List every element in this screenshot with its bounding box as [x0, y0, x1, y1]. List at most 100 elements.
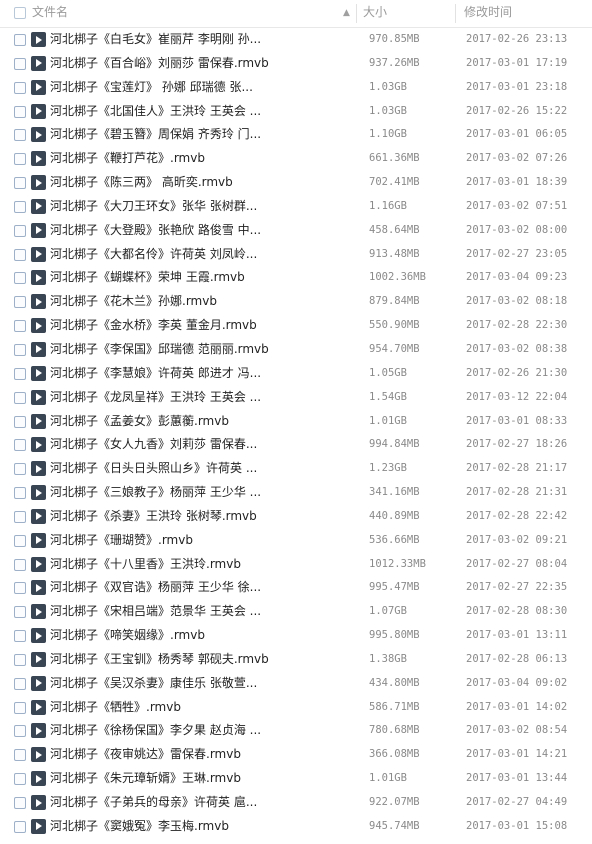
file-row[interactable]: 河北梆子《百合峪》刘丽莎 雷保春.rmvb 937.26MB 2017-03-01 … [0, 52, 592, 76]
file-checkbox[interactable] [14, 153, 26, 166]
column-header-filename[interactable]: 文件名 [32, 0, 354, 27]
file-name[interactable]: 河北梆子《珊瑚赞》.rmvb [50, 529, 350, 552]
file-name[interactable]: 河北梆子《宋相吕端》范景华 王英会 ... [50, 600, 350, 623]
file-checkbox[interactable] [14, 105, 26, 118]
file-row[interactable]: 河北梆子《宋相吕端》范景华 王英会 ... 1.07GB 2017-02-28 08… [0, 600, 592, 624]
file-checkbox[interactable] [14, 272, 26, 285]
file-checkbox[interactable] [14, 320, 26, 333]
file-checkbox[interactable] [14, 558, 26, 571]
file-name[interactable]: 河北梆子《女人九香》刘莉莎 雷保春... [50, 433, 350, 456]
file-name[interactable]: 河北梆子《花木兰》孙娜.rmvb [50, 290, 350, 313]
file-checkbox[interactable] [14, 653, 26, 666]
file-row[interactable]: 河北梆子《珊瑚赞》.rmvb 536.66MB 2017-03-02 09:21 [0, 529, 592, 553]
file-name[interactable]: 河北梆子《王宝钏》杨秀琴 郭砚夫.rmvb [50, 648, 350, 671]
file-checkbox[interactable] [14, 749, 26, 762]
file-row[interactable]: 河北梆子《大都名伶》许荷英 刘凤岭... 913.48MB 2017-02-27 2… [0, 243, 592, 267]
file-row[interactable]: 河北梆子《白毛女》崔丽芹 李明刚 孙... 970.85MB 2017-02-26 … [0, 28, 592, 52]
file-row[interactable]: 河北梆子《王宝钏》杨秀琴 郭砚夫.rmvb 1.38GB 2017-02-28 06… [0, 648, 592, 672]
file-name[interactable]: 河北梆子《李保国》邱瑞德 范丽丽.rmvb [50, 338, 350, 361]
file-checkbox[interactable] [14, 367, 26, 380]
file-row[interactable]: 河北梆子《日头日头照山乡》许荷英 ... 1.23GB 2017-02-28 21:… [0, 457, 592, 481]
file-checkbox[interactable] [14, 57, 26, 70]
file-checkbox[interactable] [14, 439, 26, 452]
file-name[interactable]: 河北梆子《百合峪》刘丽莎 雷保春.rmvb [50, 52, 350, 75]
file-row[interactable]: 河北梆子《杀妻》王洪玲 张树琴.rmvb 440.89MB 2017-02-28 2… [0, 505, 592, 529]
file-row[interactable]: 河北梆子《陈三两》 高昕奕.rmvb 702.41MB 2017-03-01 18:… [0, 171, 592, 195]
file-checkbox[interactable] [14, 510, 26, 523]
file-row[interactable]: 河北梆子《三娘教子》杨丽萍 王少华 ... 341.16MB 2017-02-28 … [0, 481, 592, 505]
file-checkbox[interactable] [14, 534, 26, 547]
file-name[interactable]: 河北梆子《牺牲》.rmvb [50, 696, 350, 719]
file-row[interactable]: 河北梆子《蝴蝶杯》荣坤 王霞.rmvb 1002.36MB 2017-03-04 0… [0, 266, 592, 290]
column-divider[interactable] [455, 4, 456, 23]
file-name[interactable]: 河北梆子《宝莲灯》 孙娜 邱瑞德 张... [50, 76, 350, 99]
file-checkbox[interactable] [14, 224, 26, 237]
file-row[interactable]: 河北梆子《女人九香》刘莉莎 雷保春... 994.84MB 2017-02-27 1… [0, 433, 592, 457]
file-row[interactable]: 河北梆子《李慧娘》许荷英 郎进才 冯... 1.05GB 2017-02-26 21… [0, 362, 592, 386]
file-name[interactable]: 河北梆子《三娘教子》杨丽萍 王少华 ... [50, 481, 350, 504]
file-row[interactable]: 河北梆子《大登殿》张艳欣 路俊雪 中... 458.64MB 2017-03-02 … [0, 219, 592, 243]
file-checkbox[interactable] [14, 248, 26, 261]
file-checkbox[interactable] [14, 606, 26, 619]
file-checkbox[interactable] [14, 463, 26, 476]
file-row[interactable]: 河北梆子《宝莲灯》 孙娜 邱瑞德 张... 1.03GB 2017-03-01 23… [0, 76, 592, 100]
file-name[interactable]: 河北梆子《蝴蝶杯》荣坤 王霞.rmvb [50, 266, 350, 289]
file-name[interactable]: 河北梆子《日头日头照山乡》许荷英 ... [50, 457, 350, 480]
file-name[interactable]: 河北梆子《徐杨保国》李夕果 赵贞海 ... [50, 719, 350, 742]
file-row[interactable]: 河北梆子《孟姜女》彭蕙蘅.rmvb 1.01GB 2017-03-01 08:33 [0, 410, 592, 434]
file-name[interactable]: 河北梆子《子弟兵的母亲》许荷英 扈... [50, 791, 350, 814]
file-row[interactable]: 河北梆子《碧玉簪》周保娟 齐秀玲 门... 1.10GB 2017-03-01 06… [0, 123, 592, 147]
file-checkbox[interactable] [14, 34, 26, 46]
file-checkbox[interactable] [14, 487, 26, 500]
file-name[interactable]: 河北梆子《孟姜女》彭蕙蘅.rmvb [50, 410, 350, 433]
file-name[interactable]: 河北梆子《龙凤呈祥》王洪玲 王英会 ... [50, 386, 350, 409]
file-checkbox[interactable] [14, 296, 26, 309]
column-header-size[interactable]: 大小 [363, 0, 387, 27]
file-name[interactable]: 河北梆子《大都名伶》许荷英 刘凤岭... [50, 243, 350, 266]
file-row[interactable]: 河北梆子《牺牲》.rmvb 586.71MB 2017-03-01 14:02 [0, 696, 592, 720]
file-name[interactable]: 河北梆子《大刀王环女》张华 张树群... [50, 195, 350, 218]
file-name[interactable]: 河北梆子《北国佳人》王洪玲 王英会 ... [50, 100, 350, 123]
file-name[interactable]: 河北梆子《金水桥》李英 董金月.rmvb [50, 314, 350, 337]
file-row[interactable]: 河北梆子《夜审姚达》雷保春.rmvb 366.08MB 2017-03-01 14:… [0, 743, 592, 767]
file-checkbox[interactable] [14, 701, 26, 714]
file-row[interactable]: 河北梆子《鞭打芦花》.rmvb 661.36MB 2017-03-02 07:26 [0, 147, 592, 171]
file-checkbox[interactable] [14, 391, 26, 404]
file-row[interactable]: 河北梆子《双官诰》杨丽萍 王少华 徐... 995.47MB 2017-02-27 … [0, 576, 592, 600]
file-row[interactable]: 河北梆子《北国佳人》王洪玲 王英会 ... 1.03GB 2017-02-26 15… [0, 100, 592, 124]
file-row[interactable]: 河北梆子《子弟兵的母亲》许荷英 扈... 922.07MB 2017-02-27 0… [0, 791, 592, 815]
file-name[interactable]: 河北梆子《碧玉簪》周保娟 齐秀玲 门... [50, 123, 350, 146]
file-checkbox[interactable] [14, 177, 26, 190]
file-row[interactable]: 河北梆子《窦娥冤》李玉梅.rmvb 945.74MB 2017-03-01 15:0… [0, 815, 592, 839]
file-name[interactable]: 河北梆子《陈三两》 高昕奕.rmvb [50, 171, 350, 194]
file-name[interactable]: 河北梆子《大登殿》张艳欣 路俊雪 中... [50, 219, 350, 242]
file-checkbox[interactable] [14, 773, 26, 786]
column-divider[interactable] [356, 4, 357, 23]
file-name[interactable]: 河北梆子《夜审姚达》雷保春.rmvb [50, 743, 350, 766]
file-checkbox[interactable] [14, 582, 26, 595]
file-row[interactable]: 河北梆子《朱元璋斩婿》王琳.rmvb 1.01GB 2017-03-01 13:44 [0, 767, 592, 791]
file-row[interactable]: 河北梆子《吴汉杀妻》康佳乐 张敬萱... 434.80MB 2017-03-04 0… [0, 672, 592, 696]
file-row[interactable]: 河北梆子《十八里香》王洪玲.rmvb 1012.33MB 2017-02-27 08… [0, 553, 592, 577]
file-name[interactable]: 河北梆子《十八里香》王洪玲.rmvb [50, 553, 350, 576]
file-checkbox[interactable] [14, 415, 26, 428]
sort-ascending-icon[interactable]: ▲ [343, 8, 350, 18]
file-row[interactable]: 河北梆子《金水桥》李英 董金月.rmvb 550.90MB 2017-02-28 2… [0, 314, 592, 338]
file-checkbox[interactable] [14, 677, 26, 690]
file-row[interactable]: 河北梆子《龙凤呈祥》王洪玲 王英会 ... 1.54GB 2017-03-12 22… [0, 386, 592, 410]
file-checkbox[interactable] [14, 343, 26, 356]
file-name[interactable]: 河北梆子《双官诰》杨丽萍 王少华 徐... [50, 576, 350, 599]
file-row[interactable]: 河北梆子《李保国》邱瑞德 范丽丽.rmvb 954.70MB 2017-03-02 … [0, 338, 592, 362]
file-name[interactable]: 河北梆子《朱元璋斩婿》王琳.rmvb [50, 767, 350, 790]
file-name[interactable]: 河北梆子《啼笑姻缘》.rmvb [50, 624, 350, 647]
file-name[interactable]: 河北梆子《窦娥冤》李玉梅.rmvb [50, 815, 350, 838]
file-checkbox[interactable] [14, 129, 26, 142]
file-row[interactable]: 河北梆子《花木兰》孙娜.rmvb 879.84MB 2017-03-02 08:18 [0, 290, 592, 314]
file-checkbox[interactable] [14, 725, 26, 738]
file-checkbox[interactable] [14, 820, 26, 833]
file-checkbox[interactable] [14, 200, 26, 213]
column-header-modified-time[interactable]: 修改时间 [464, 0, 512, 27]
file-row[interactable]: 河北梆子《大刀王环女》张华 张树群... 1.16GB 2017-03-02 07:… [0, 195, 592, 219]
file-checkbox[interactable] [14, 630, 26, 643]
file-name[interactable]: 河北梆子《鞭打芦花》.rmvb [50, 147, 350, 170]
